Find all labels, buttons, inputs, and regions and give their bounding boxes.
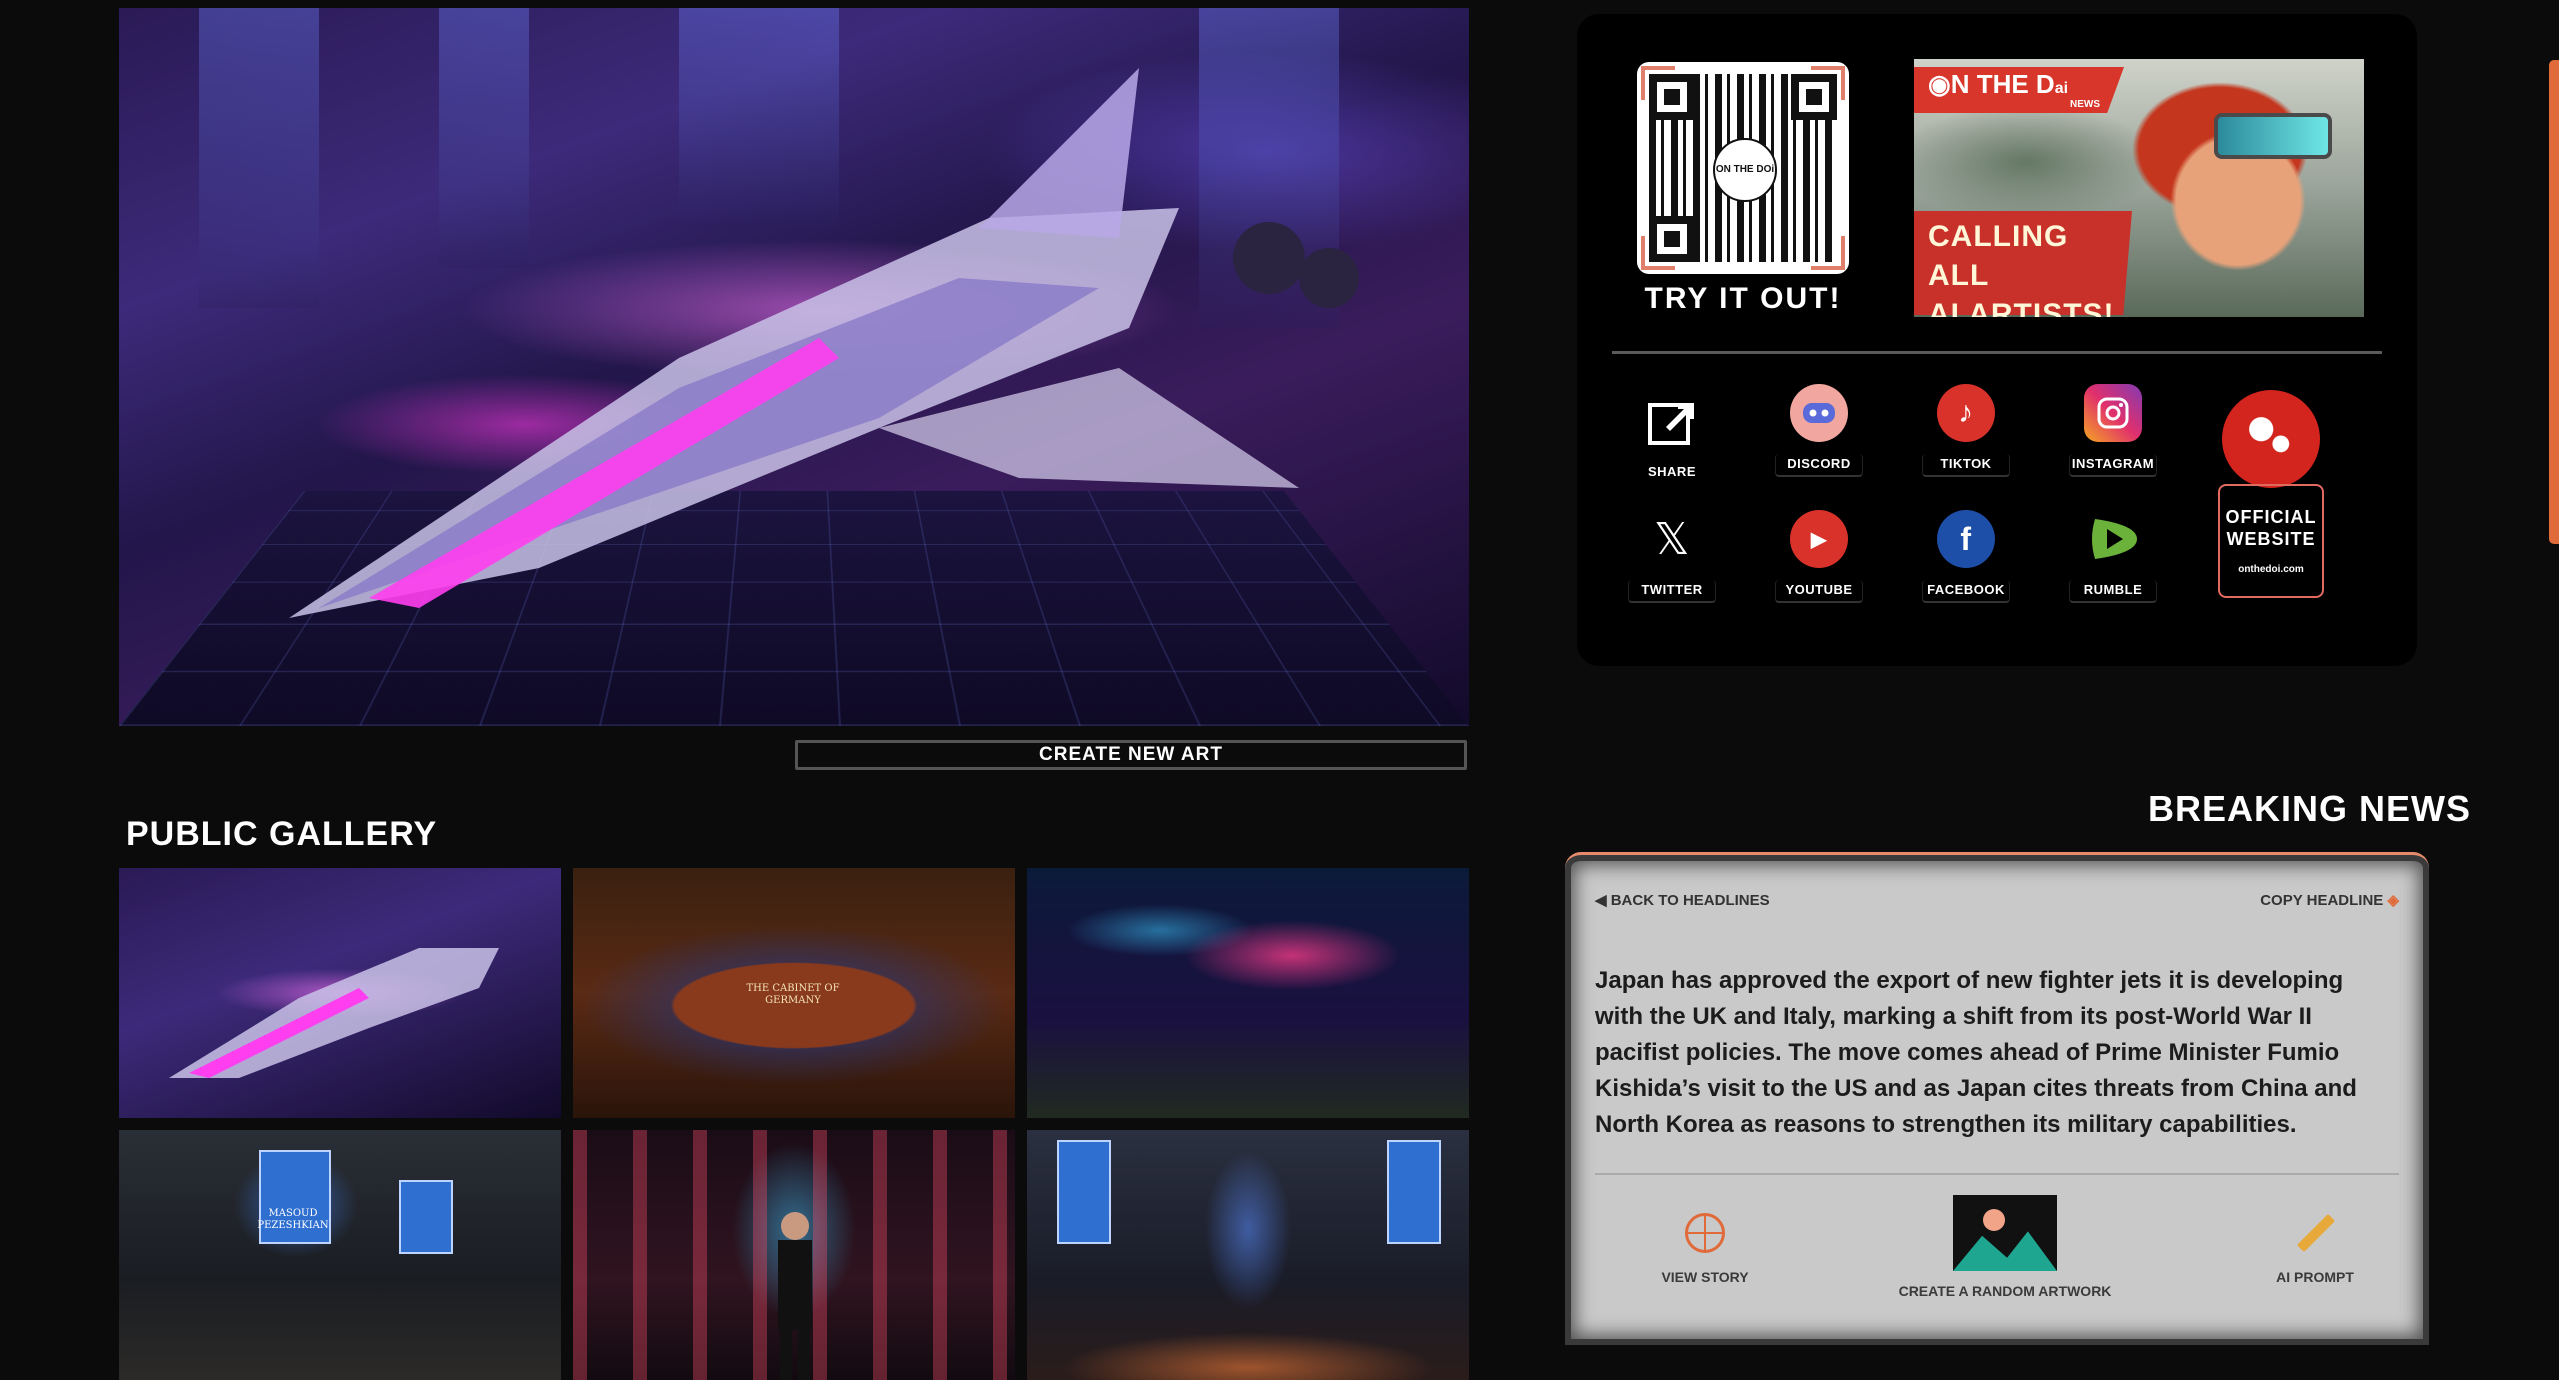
- rumble-icon: [2084, 510, 2142, 568]
- share-icon: [1643, 392, 1701, 450]
- call-line-1: CALLING ALL: [1928, 220, 2069, 292]
- discord-glyph: [1803, 403, 1835, 423]
- tiktok-icon: ♪: [1937, 384, 1995, 442]
- gallery-thumb-cabinet[interactable]: THE CABINET OF GERMANY: [573, 868, 1015, 1118]
- facebook-button[interactable]: f FACEBOOK: [1922, 510, 2010, 603]
- gallery-thumb-city-crowd[interactable]: [1027, 1130, 1469, 1380]
- gallery-thumb-spaceship[interactable]: [119, 868, 561, 1118]
- campaign-poster: [399, 1180, 453, 1254]
- youtube-label: YOUTUBE: [1775, 580, 1863, 603]
- gallery-thumb-storm[interactable]: [1027, 868, 1469, 1118]
- view-story-label: VIEW STORY: [1661, 1269, 1749, 1285]
- qr-frame-corner: [1641, 66, 1675, 100]
- copy-headline-button[interactable]: COPY HEADLINE ◈: [2260, 891, 2399, 909]
- brand-sub: NEWS: [2070, 99, 2100, 110]
- share-button[interactable]: SHARE: [1628, 392, 1716, 483]
- spaceship-graphic: [289, 68, 1359, 618]
- rumble-label: RUMBLE: [2069, 580, 2157, 603]
- spaceship-thumb-graphic: [169, 948, 499, 1078]
- copy-label: COPY HEADLINE: [2260, 892, 2384, 909]
- instagram-label: INSTAGRAM: [2069, 454, 2157, 477]
- poster-caption: MASOUD PEZESHKIAN: [257, 1208, 329, 1231]
- back-to-headlines-link[interactable]: ◀ BACK TO HEADLINES: [1595, 891, 1770, 909]
- official-label: OFFICIAL: [2225, 506, 2317, 527]
- share-label: SHARE: [1647, 464, 1696, 479]
- billboard: [1387, 1140, 1441, 1244]
- brand-name-ai: ai: [2054, 80, 2069, 97]
- brand-logo-o-icon: ◉: [1928, 69, 1951, 99]
- rumble-button[interactable]: RUMBLE: [2069, 510, 2157, 603]
- gallery-thumb-neon-street[interactable]: [573, 1130, 1015, 1380]
- qr-frame-corner: [1811, 66, 1845, 100]
- news-headline: Japan has approved the export of new fig…: [1595, 967, 2357, 1138]
- view-story-button[interactable]: VIEW STORY: [1635, 1213, 1775, 1285]
- qr-logo: ON THE DOi: [1713, 138, 1777, 202]
- instagram-glyph: [2097, 397, 2129, 429]
- qr-pattern: ON THE DOi: [1649, 74, 1837, 262]
- share-glyph: [1648, 403, 1694, 445]
- world-globe-icon: [2222, 390, 2320, 488]
- twitter-button[interactable]: 𝕏 TWITTER: [1628, 510, 1716, 603]
- panel-divider: [1612, 351, 2382, 354]
- official-website-box: OFFICIAL WEBSITE onthedoi.com: [2218, 484, 2324, 598]
- qr-frame-corner: [1811, 236, 1845, 270]
- facebook-icon: f: [1937, 510, 1995, 568]
- brand-name: N THE D: [1950, 69, 2055, 99]
- qr-code[interactable]: ON THE DOi: [1637, 62, 1849, 274]
- website-url: onthedoi.com: [2238, 564, 2304, 576]
- x-icon: 𝕏: [1654, 513, 1690, 565]
- official-website-button[interactable]: OFFICIAL WEBSITE onthedoi.com: [2218, 390, 2324, 598]
- call-line-2: AI ARTISTS!: [1928, 298, 2115, 317]
- qr-frame-corner: [1641, 236, 1675, 270]
- create-new-art-button[interactable]: CREATE NEW ART: [795, 740, 1467, 770]
- news-separator: [1595, 1173, 2399, 1175]
- twitter-label: TWITTER: [1628, 580, 1716, 603]
- ai-prompt-label: AI PROMPT: [2276, 1269, 2354, 1285]
- cabinet-caption: THE CABINET OF GERMANY: [746, 983, 840, 1006]
- tiktok-label: TIKTOK: [1922, 454, 2010, 477]
- caret-left-icon: ◀: [1595, 892, 1607, 909]
- pencil-icon: [2295, 1213, 2335, 1253]
- gallery-thumb-election[interactable]: MASOUD PEZESHKIAN: [119, 1130, 561, 1380]
- walking-man-graphic: [778, 1212, 812, 1380]
- back-label: BACK TO HEADLINES: [1610, 892, 1770, 909]
- youtube-icon: ▶: [1790, 510, 1848, 568]
- visor-graphic: [2214, 113, 2332, 159]
- public-gallery-title: PUBLIC GALLERY: [126, 815, 438, 853]
- calling-ai-artists-banner[interactable]: ◉N THE Dai NEWS CALLING ALL AI ARTISTS!: [1914, 59, 2364, 317]
- breaking-news-title: BREAKING NEWS: [2148, 788, 2472, 829]
- hero-artwork-image: [119, 8, 1469, 726]
- website-label: WEBSITE: [2226, 528, 2316, 549]
- create-random-artwork-label: CREATE A RANDOM ARTWORK: [1898, 1283, 2112, 1299]
- layers-icon: ◈: [2387, 892, 2399, 909]
- tiktok-button[interactable]: ♪ TIKTOK: [1922, 384, 2010, 477]
- create-random-artwork-button[interactable]: CREATE A RANDOM ARTWORK: [1885, 1195, 2125, 1299]
- news-card: ◀ BACK TO HEADLINES COPY HEADLINE ◈ Japa…: [1565, 852, 2429, 1345]
- discord-button[interactable]: DISCORD: [1775, 384, 1863, 477]
- instagram-icon: [2084, 384, 2142, 442]
- brand-logo: ◉N THE Dai: [1928, 69, 2068, 100]
- try-it-out-label: TRY IT OUT!: [1644, 282, 1842, 315]
- call-text: CALLING ALL AI ARTISTS!: [1928, 217, 2128, 317]
- discord-label: DISCORD: [1775, 454, 1863, 477]
- discord-icon: [1790, 384, 1848, 442]
- youtube-button[interactable]: ▶ YOUTUBE: [1775, 510, 1863, 603]
- billboard: [1057, 1140, 1111, 1244]
- instagram-button[interactable]: INSTAGRAM: [2069, 384, 2157, 477]
- page-scrollbar[interactable]: [2549, 60, 2559, 544]
- news-toolbar: ◀ BACK TO HEADLINES COPY HEADLINE ◈: [1595, 891, 2399, 909]
- ai-prompt-button[interactable]: AI PROMPT: [2245, 1213, 2385, 1285]
- facebook-label: FACEBOOK: [1922, 580, 2010, 603]
- image-icon: [1953, 1195, 2057, 1271]
- rumble-glyph: [2092, 519, 2137, 559]
- globe-icon: [1685, 1213, 1725, 1253]
